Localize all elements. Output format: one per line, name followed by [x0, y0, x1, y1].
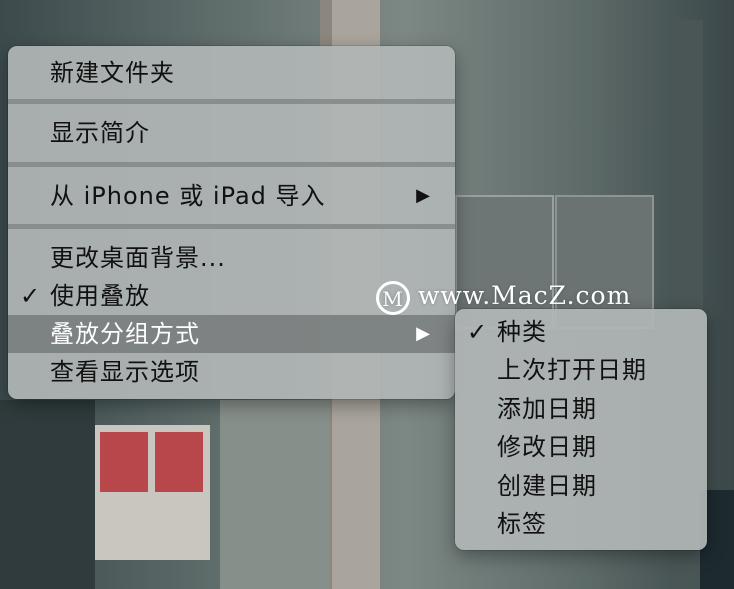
menu-separator	[8, 224, 455, 229]
submenu-item-date-modified[interactable]: 修改日期	[455, 428, 707, 466]
menu-separator	[8, 162, 455, 167]
menu-item-import-from-iphone[interactable]: 从 iPhone 或 iPad 导入 ▶	[8, 177, 455, 215]
checkmark-icon: ✓	[20, 282, 42, 310]
submenu-item-date-added[interactable]: 添加日期	[455, 390, 707, 428]
watermark-text: www.MacZ.com	[418, 281, 632, 310]
submenu-item-date-last-opened[interactable]: 上次打开日期	[455, 351, 707, 389]
menu-item-get-info[interactable]: 显示简介	[8, 114, 455, 152]
menu-item-label: 更改桌面背景...	[50, 244, 226, 272]
menu-item-change-wallpaper[interactable]: 更改桌面背景...	[8, 239, 455, 277]
menu-item-label: 从 iPhone 或 iPad 导入	[50, 182, 326, 210]
submenu-arrow-icon: ▶	[416, 185, 431, 206]
menu-item-label: 标签	[497, 510, 547, 538]
submenu-arrow-icon: ▶	[416, 323, 431, 344]
submenu-item-tags[interactable]: 标签	[455, 505, 707, 543]
menu-item-label: 使用叠放	[50, 282, 150, 310]
menu-separator	[8, 99, 455, 104]
macz-logo-icon: M	[376, 280, 410, 315]
menu-item-label: 修改日期	[497, 433, 597, 461]
context-menu: 新建文件夹 显示简介 从 iPhone 或 iPad 导入 ▶ 更改桌面背景..…	[8, 46, 455, 399]
menu-item-new-folder[interactable]: 新建文件夹	[8, 54, 455, 92]
checkmark-icon: ✓	[467, 318, 489, 346]
menu-item-label: 查看显示选项	[50, 358, 200, 386]
stacks-submenu: ✓ 种类 上次打开日期 添加日期 修改日期 创建日期 标签	[455, 309, 707, 550]
menu-item-label: 创建日期	[497, 472, 597, 500]
menu-item-label: 新建文件夹	[50, 59, 175, 87]
menu-item-label: 添加日期	[497, 395, 597, 423]
menu-item-label: 上次打开日期	[497, 356, 647, 384]
menu-item-show-view-options[interactable]: 查看显示选项	[8, 353, 455, 391]
submenu-item-date-created[interactable]: 创建日期	[455, 467, 707, 505]
menu-item-group-stacks-by[interactable]: 叠放分组方式 ▶	[8, 315, 455, 353]
menu-item-label: 显示简介	[50, 119, 150, 147]
menu-item-label: 种类	[497, 318, 547, 346]
submenu-item-kind[interactable]: ✓ 种类	[455, 313, 707, 351]
menu-item-label: 叠放分组方式	[50, 320, 200, 348]
